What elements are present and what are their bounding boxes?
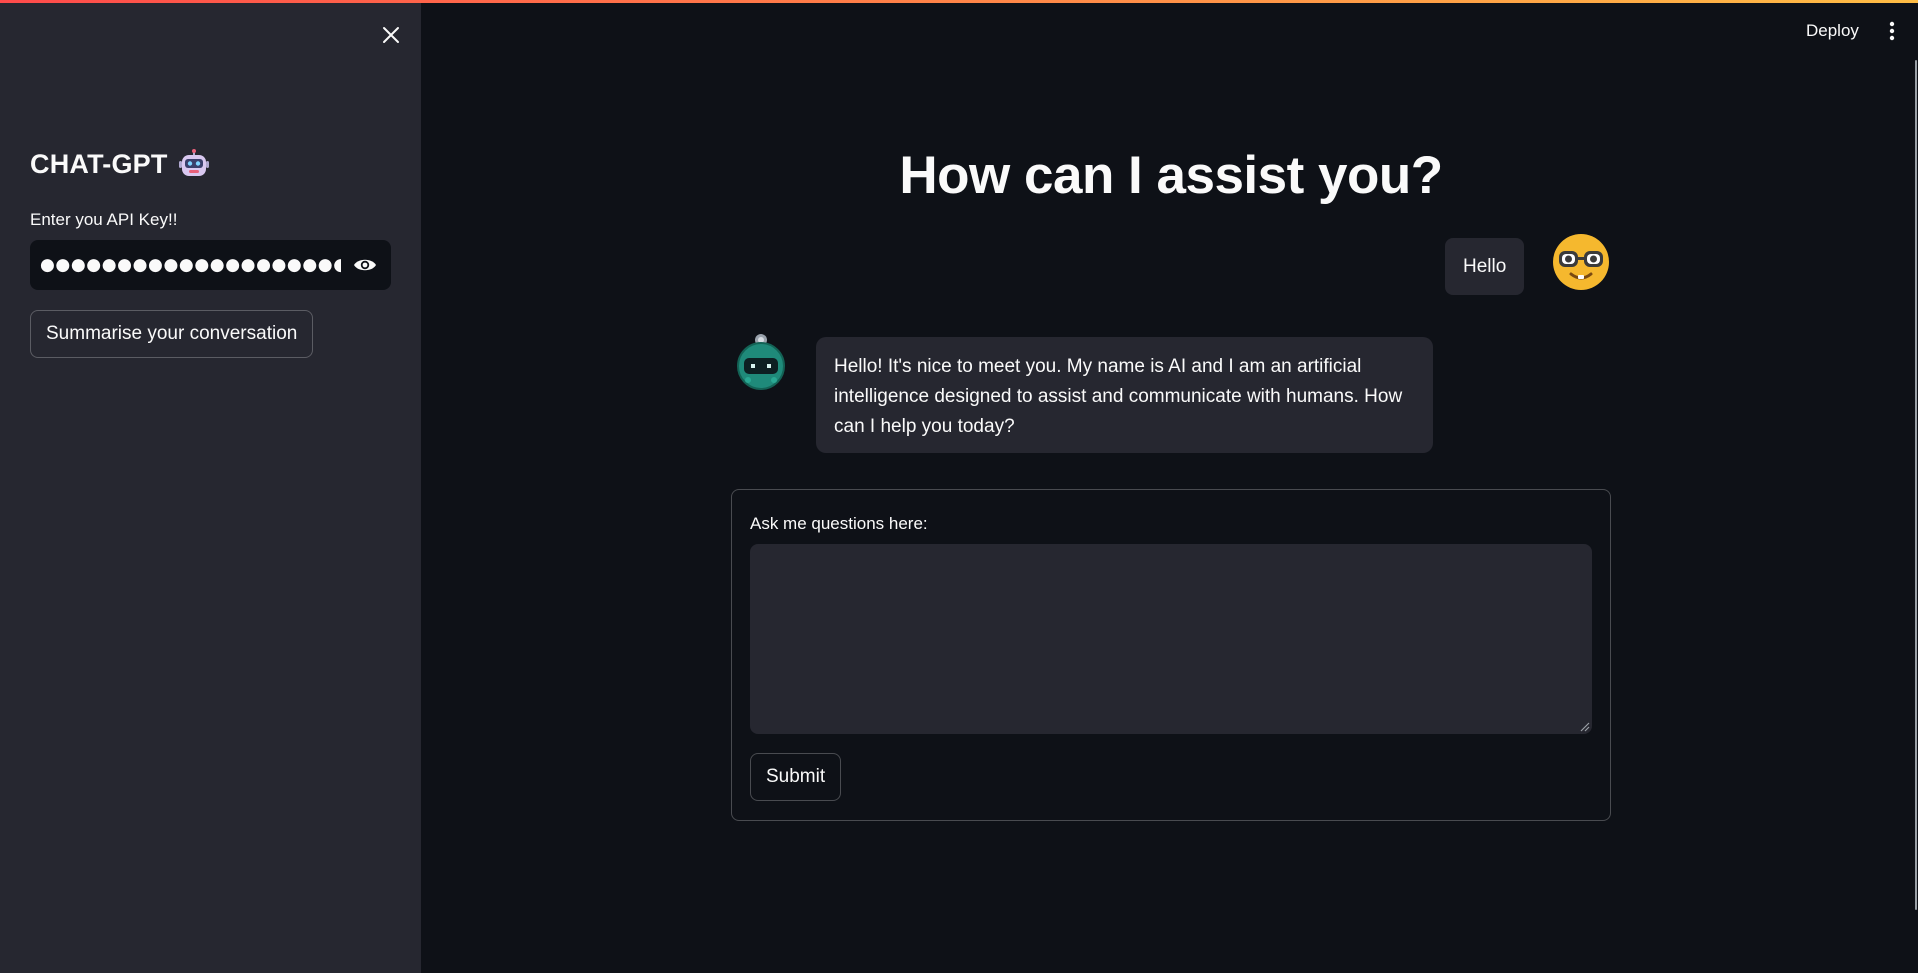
user-message: Hello <box>1445 238 1525 295</box>
sidebar-title-text: CHAT-GPT <box>30 148 168 179</box>
robot-icon <box>178 148 210 180</box>
robot-avatar-icon <box>734 332 788 390</box>
page-title: How can I assist you? <box>899 146 1443 205</box>
vertical-dots-icon <box>1889 21 1895 41</box>
question-form: Ask me questions here: Submit <box>731 489 1611 821</box>
eye-icon <box>354 259 376 271</box>
summarise-button[interactable]: Summarise your conversation <box>30 310 314 358</box>
close-icon <box>383 27 399 43</box>
question-textarea[interactable] <box>750 544 1592 734</box>
scrollbar[interactable] <box>1915 60 1917 910</box>
resize-handle-icon[interactable] <box>1578 720 1590 732</box>
show-password-button[interactable] <box>349 249 381 281</box>
api-key-label: Enter you API Key!! <box>30 210 178 229</box>
sidebar-title: CHAT-GPT <box>30 148 210 180</box>
nerd-face-icon <box>1551 232 1611 292</box>
api-key-input[interactable]: ●●●●●●●●●●●●●●●●●●●●●●● <box>30 240 391 290</box>
main-menu-button[interactable] <box>1880 14 1904 48</box>
close-sidebar-button[interactable] <box>377 21 405 49</box>
submit-button[interactable]: Submit <box>750 753 842 801</box>
question-label: Ask me questions here: <box>750 514 928 533</box>
assistant-message: Hello! It's nice to meet you. My name is… <box>816 337 1433 453</box>
deploy-button[interactable]: Deploy <box>1794 14 1871 48</box>
header-decoration-bar <box>0 0 1918 3</box>
api-key-value[interactable]: ●●●●●●●●●●●●●●●●●●●●●●● <box>40 255 341 275</box>
sidebar: CHAT-GPT Enter you API Key!! ●●●●●●●●●●●… <box>0 0 421 973</box>
